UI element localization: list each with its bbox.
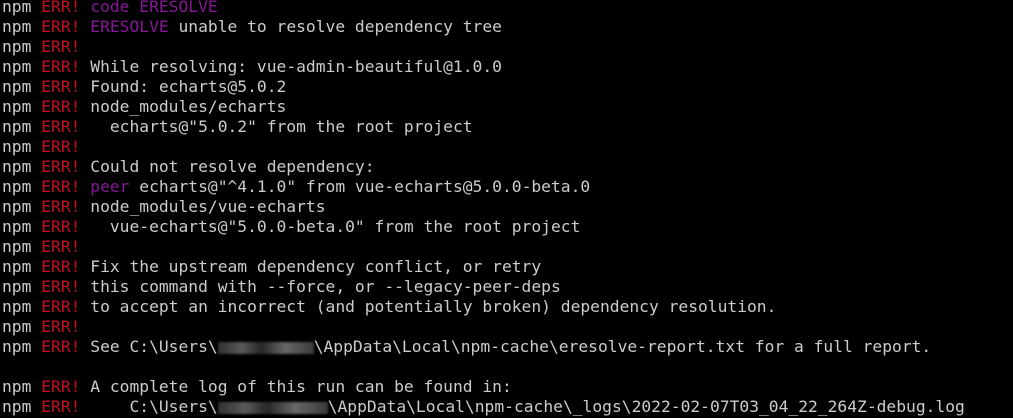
message-text: node_modules/echarts: [90, 97, 287, 116]
message-text: node_modules/vue-echarts: [90, 197, 326, 216]
npm-prefix: npm: [2, 237, 32, 256]
npm-prefix: npm: [2, 17, 32, 36]
npm-prefix: npm: [2, 37, 32, 56]
err-label: ERR!: [41, 17, 81, 36]
npm-prefix: npm: [2, 97, 32, 116]
message-text: echarts@"^4.1.0" from vue-echarts@5.0.0-…: [129, 177, 591, 196]
err-label: ERR!: [41, 197, 81, 216]
npm-prefix: npm: [2, 257, 32, 276]
terminal-line: npm ERR! ERESOLVE unable to resolve depe…: [2, 17, 1013, 37]
redacted-username: [217, 341, 314, 354]
message-text: Could not resolve dependency:: [90, 157, 375, 176]
message-text: unable to resolve dependency tree: [168, 17, 502, 36]
err-label: ERR!: [41, 117, 81, 136]
err-label: ERR!: [41, 57, 81, 76]
terminal-line: npm ERR! peer echarts@"^4.1.0" from vue-…: [2, 177, 1013, 197]
npm-prefix: npm: [2, 117, 32, 136]
npm-prefix: npm: [2, 217, 32, 236]
terminal-line: npm ERR!: [2, 317, 1013, 337]
npm-prefix: npm: [2, 77, 32, 96]
err-label: ERR!: [41, 397, 81, 416]
terminal-line: npm ERR!: [2, 37, 1013, 57]
message-text: code ERESOLVE: [90, 0, 218, 16]
err-label: ERR!: [41, 337, 81, 356]
npm-prefix: npm: [2, 277, 32, 296]
npm-prefix: npm: [2, 397, 32, 416]
terminal-line: npm ERR! node_modules/echarts: [2, 97, 1013, 117]
message-text: Found: echarts@5.0.2: [90, 77, 287, 96]
message-text: ERESOLVE: [90, 17, 169, 36]
message-text: vue-echarts@"5.0.0-beta.0" from the root…: [90, 217, 581, 236]
err-label: ERR!: [41, 217, 81, 236]
message-text: echarts@"5.0.2" from the root project: [90, 117, 473, 136]
err-label: ERR!: [41, 377, 81, 396]
message-text: A complete log of this run can be found …: [90, 377, 512, 396]
terminal-line: npm ERR! echarts@"5.0.2" from the root p…: [2, 117, 1013, 137]
err-label: ERR!: [41, 177, 81, 196]
err-label: ERR!: [41, 257, 81, 276]
terminal-line: npm ERR! A complete log of this run can …: [2, 377, 1013, 397]
message-text: Fix the upstream dependency conflict, or…: [90, 257, 542, 276]
err-label: ERR!: [41, 317, 81, 336]
terminal-line: npm ERR! this command with --force, or -…: [2, 277, 1013, 297]
terminal-line: npm ERR! While resolving: vue-admin-beau…: [2, 57, 1013, 77]
terminal-line: npm ERR!: [2, 137, 1013, 157]
npm-prefix: npm: [2, 177, 32, 196]
terminal-line: npm ERR! Could not resolve dependency:: [2, 157, 1013, 177]
err-label: ERR!: [41, 0, 81, 16]
err-label: ERR!: [41, 157, 81, 176]
err-label: ERR!: [41, 77, 81, 96]
npm-prefix: npm: [2, 317, 32, 336]
message-text: \AppData\Local\npm-cache\_logs\2022-02-0…: [327, 397, 965, 416]
message-text: C:\Users\: [90, 397, 218, 416]
npm-prefix: npm: [2, 337, 32, 356]
terminal-line: npm ERR! vue-echarts@"5.0.0-beta.0" from…: [2, 217, 1013, 237]
npm-prefix: npm: [2, 0, 32, 16]
terminal-line: npm ERR! Found: echarts@5.0.2: [2, 77, 1013, 97]
err-label: ERR!: [41, 97, 81, 116]
err-label: ERR!: [41, 297, 81, 316]
npm-prefix: npm: [2, 137, 32, 156]
message-text: See C:\Users\: [90, 337, 218, 356]
message-text: While resolving: vue-admin-beautiful@1.0…: [90, 57, 502, 76]
message-text: peer: [90, 177, 130, 196]
err-label: ERR!: [41, 277, 81, 296]
message-text: \AppData\Local\npm-cache\eresolve-report…: [313, 337, 932, 356]
npm-prefix: npm: [2, 197, 32, 216]
terminal-line: npm ERR! code ERESOLVE: [2, 0, 1013, 17]
err-label: ERR!: [41, 137, 81, 156]
err-label: ERR!: [41, 37, 81, 56]
terminal-line: npm ERR! node_modules/vue-echarts: [2, 197, 1013, 217]
npm-prefix: npm: [2, 157, 32, 176]
err-label: ERR!: [41, 237, 81, 256]
terminal-output[interactable]: npm ERR! code ERESOLVE npm ERR! ERESOLVE …: [2, 0, 1013, 417]
terminal-line: npm ERR! to accept an incorrect (and pot…: [2, 297, 1013, 317]
npm-prefix: npm: [2, 297, 32, 316]
redacted-username: [217, 401, 328, 414]
npm-prefix: npm: [2, 57, 32, 76]
terminal-line: npm ERR! See C:\Users\ \AppData\Local\npm…: [2, 337, 1013, 357]
message-text: to accept an incorrect (and potentially …: [90, 297, 777, 316]
message-text: this command with --force, or --legacy-p…: [90, 277, 561, 296]
terminal-line: npm ERR! Fix the upstream dependency con…: [2, 257, 1013, 277]
terminal-line: npm ERR!: [2, 237, 1013, 257]
terminal-line: npm ERR! C:\Users\ \AppData\Local\npm-cac…: [2, 397, 1013, 417]
npm-prefix: npm: [2, 377, 32, 396]
